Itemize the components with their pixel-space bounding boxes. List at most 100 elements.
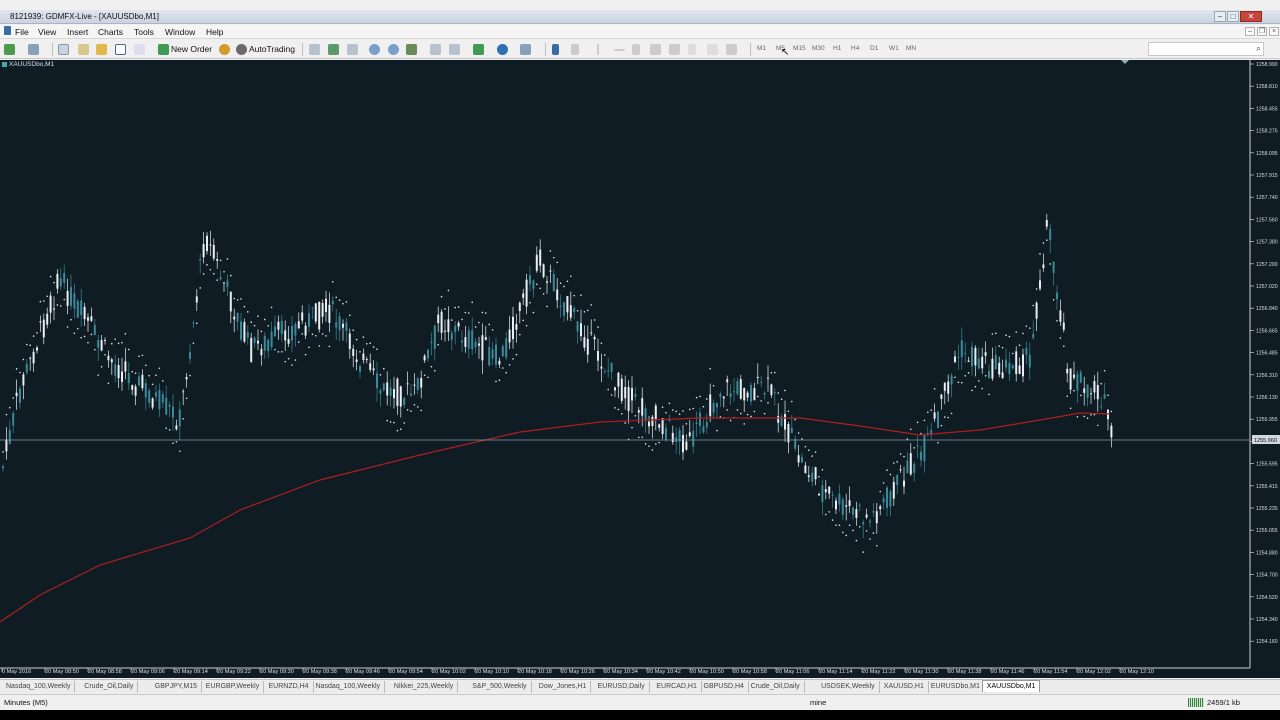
psar-dot: [1008, 335, 1011, 338]
price-chart[interactable]: 1258.990 1258.810 1258.455 1258.275 1258.095…: [0, 60, 1280, 678]
chart-tab[interactable]: Dow_Jones,H1: [535, 681, 592, 693]
candle-body: [172, 406, 174, 418]
vertical-line-icon[interactable]: [597, 44, 599, 55]
candle-body: [474, 341, 477, 348]
menu-help[interactable]: Help: [206, 27, 223, 37]
chart-tab[interactable]: EURNZD,H4: [265, 681, 314, 693]
chart-tab[interactable]: Crude_Oil,Daily: [747, 681, 805, 693]
navigator-icon[interactable]: [96, 44, 107, 55]
market-watch-icon[interactable]: [58, 44, 69, 55]
chart-tab[interactable]: S&P_500,Weekly: [468, 681, 532, 693]
candle-body: [440, 311, 443, 333]
chart-tab[interactable]: Nasdaq_100,Weekly: [312, 681, 386, 693]
candle-body: [671, 432, 674, 443]
zoom-in-icon[interactable]: [369, 44, 380, 55]
chart-tab[interactable]: EURUSD,Daily: [594, 681, 650, 693]
time-tick-label: 20 May 12:10: [1120, 669, 1154, 675]
maximize-button[interactable]: □: [1227, 11, 1239, 22]
timeframe-m30[interactable]: M30: [812, 45, 825, 52]
timeframe-mn[interactable]: MN: [906, 45, 916, 52]
candle-body: [134, 386, 137, 396]
candle-body: [787, 424, 790, 443]
mdi-minimize-button[interactable]: –: [1245, 27, 1255, 36]
chart-tab[interactable]: USDSEK,Weekly: [817, 681, 880, 693]
timeframe-m15[interactable]: M15: [793, 45, 806, 52]
psar-dot: [746, 413, 749, 416]
chart-tab[interactable]: Nasdaq_100,Weekly: [2, 681, 76, 693]
chart-tab[interactable]: EURCAD,H1: [652, 681, 702, 693]
psar-dot: [865, 530, 868, 532]
close-button[interactable]: ✕: [1240, 11, 1262, 22]
chart-tab[interactable]: XAUUSDbo,M1: [981, 680, 1041, 692]
new-chart-icon[interactable]: [4, 44, 15, 55]
chart-tab[interactable]: EURUSDbo,M1: [927, 681, 985, 693]
autotrading-button[interactable]: AutoTrading: [249, 44, 295, 54]
chart-tab[interactable]: Crude_Oil,Daily: [80, 681, 139, 693]
indicators-icon[interactable]: [473, 44, 484, 55]
timeframe-h1[interactable]: H1: [833, 45, 841, 52]
candlestick-icon[interactable]: [328, 44, 339, 55]
minimize-button[interactable]: –: [1214, 11, 1226, 22]
time-axis: 0 May 2016 20 May 08:50 20 May 08:58 20 May…: [1, 668, 1154, 675]
arrows-icon[interactable]: [726, 44, 737, 55]
candle-body: [36, 347, 38, 351]
periods-icon[interactable]: [497, 44, 508, 55]
new-order-button[interactable]: New Order: [171, 44, 212, 54]
chart-area[interactable]: XAUUSDbo,M1 1258.990 1258.810 1258.455 1258…: [0, 60, 1280, 678]
chart-shift-marker[interactable]: [1121, 60, 1129, 64]
psar-dot: [702, 405, 705, 408]
search-icon[interactable]: ⌕: [1256, 43, 1261, 54]
price-tick-label: 1256.840: [1256, 306, 1278, 312]
psar-dot: [403, 422, 406, 424]
menu-charts[interactable]: Charts: [98, 27, 123, 37]
menu-insert[interactable]: Insert: [67, 27, 88, 37]
timeframe-h4[interactable]: H4: [851, 45, 859, 52]
mdi-close-button[interactable]: ×: [1269, 27, 1279, 36]
strategy-tester-icon[interactable]: [134, 44, 145, 55]
menu-view[interactable]: View: [38, 27, 56, 37]
metaeditor-icon[interactable]: [219, 44, 230, 55]
psar-dot: [519, 333, 521, 336]
psar-dot: [546, 305, 548, 308]
line-chart-icon[interactable]: [347, 44, 358, 55]
profiles-icon[interactable]: [28, 44, 39, 55]
timeframe-w1[interactable]: W1: [889, 45, 899, 52]
menu-tools[interactable]: Tools: [134, 27, 154, 37]
timeframe-m1[interactable]: M1: [757, 45, 766, 52]
templates-icon[interactable]: [520, 44, 531, 55]
menu-file[interactable]: File: [15, 27, 29, 37]
mdi-restore-button[interactable]: ❐: [1257, 27, 1267, 36]
trendline-icon[interactable]: [632, 44, 640, 55]
psar-dot: [253, 324, 256, 327]
chart-tab[interactable]: EURGBP,Weekly: [202, 681, 265, 693]
fibonacci-icon[interactable]: [669, 44, 680, 55]
tile-windows-icon[interactable]: [406, 44, 417, 55]
data-window-icon[interactable]: [78, 44, 89, 55]
menu-window[interactable]: Window: [165, 27, 195, 37]
new-order-icon[interactable]: [158, 44, 169, 55]
search-input[interactable]: ⌕: [1148, 42, 1264, 56]
cursor-icon[interactable]: [552, 44, 559, 55]
psar-dot: [930, 409, 932, 412]
chart-tab[interactable]: Nikkei_225,Weekly: [390, 681, 459, 693]
chart-tab[interactable]: XAUUSD,H1: [880, 681, 929, 693]
chart-tab[interactable]: GBPUSD,H4: [700, 681, 749, 693]
autoscroll-icon[interactable]: [449, 44, 460, 55]
chart-tab[interactable]: GBPJPY,M15: [151, 681, 203, 693]
terminal-icon[interactable]: [115, 44, 126, 55]
candle-body: [763, 392, 766, 395]
crosshair-icon[interactable]: [571, 44, 579, 55]
title-bar[interactable]: 8121939: GDMFX-Live - [XAUUSDbo,M1] – □ …: [0, 10, 1280, 24]
equidistant-channel-icon[interactable]: [650, 44, 661, 55]
zoom-out-icon[interactable]: [388, 44, 399, 55]
candle-body: [450, 332, 453, 340]
autotrading-icon[interactable]: [236, 44, 247, 55]
chart-shift-icon[interactable]: [430, 44, 441, 55]
horizontal-line-icon[interactable]: [614, 49, 625, 51]
chart-window-icon[interactable]: [4, 26, 11, 35]
psar-dot: [899, 453, 902, 455]
timeframe-d1[interactable]: D1: [870, 45, 878, 52]
text-label-icon[interactable]: [707, 44, 718, 55]
bar-chart-icon[interactable]: [309, 44, 320, 55]
text-icon[interactable]: [688, 44, 696, 55]
